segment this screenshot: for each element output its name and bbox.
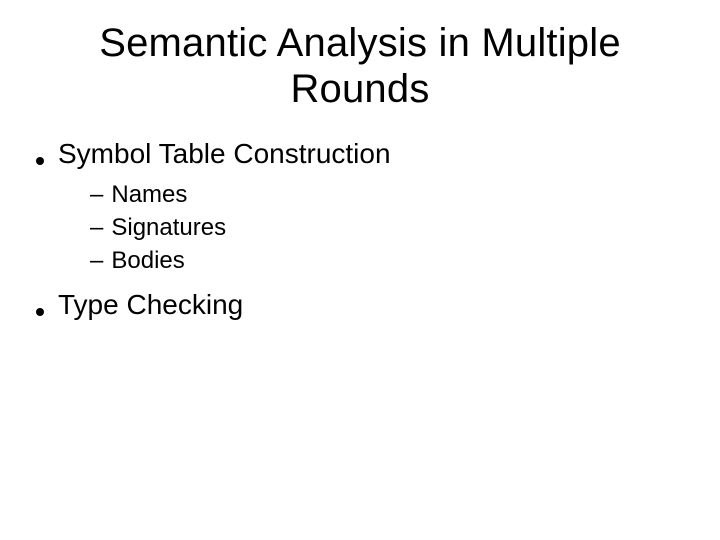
bullet-text: Bodies <box>111 245 184 276</box>
bullet-level1: Symbol Table Construction <box>30 136 690 171</box>
bullet-dot-icon <box>36 157 44 165</box>
bullet-dash-icon: – <box>90 246 103 276</box>
slide-title: Semantic Analysis in Multiple Rounds <box>30 20 690 112</box>
bullet-dash-icon: – <box>90 213 103 243</box>
bullet-level2: – Bodies <box>30 245 690 276</box>
bullet-text: Type Checking <box>58 287 243 322</box>
bullet-dot-icon <box>36 308 44 316</box>
spacer <box>30 279 690 287</box>
bullet-level2: – Names <box>30 179 690 210</box>
bullet-text: Symbol Table Construction <box>58 136 391 171</box>
bullet-level1: Type Checking <box>30 287 690 322</box>
slide: Semantic Analysis in Multiple Rounds Sym… <box>0 0 720 540</box>
bullet-dash-icon: – <box>90 180 103 210</box>
bullet-text: Names <box>111 179 187 210</box>
bullet-level2: – Signatures <box>30 212 690 243</box>
bullet-text: Signatures <box>111 212 226 243</box>
